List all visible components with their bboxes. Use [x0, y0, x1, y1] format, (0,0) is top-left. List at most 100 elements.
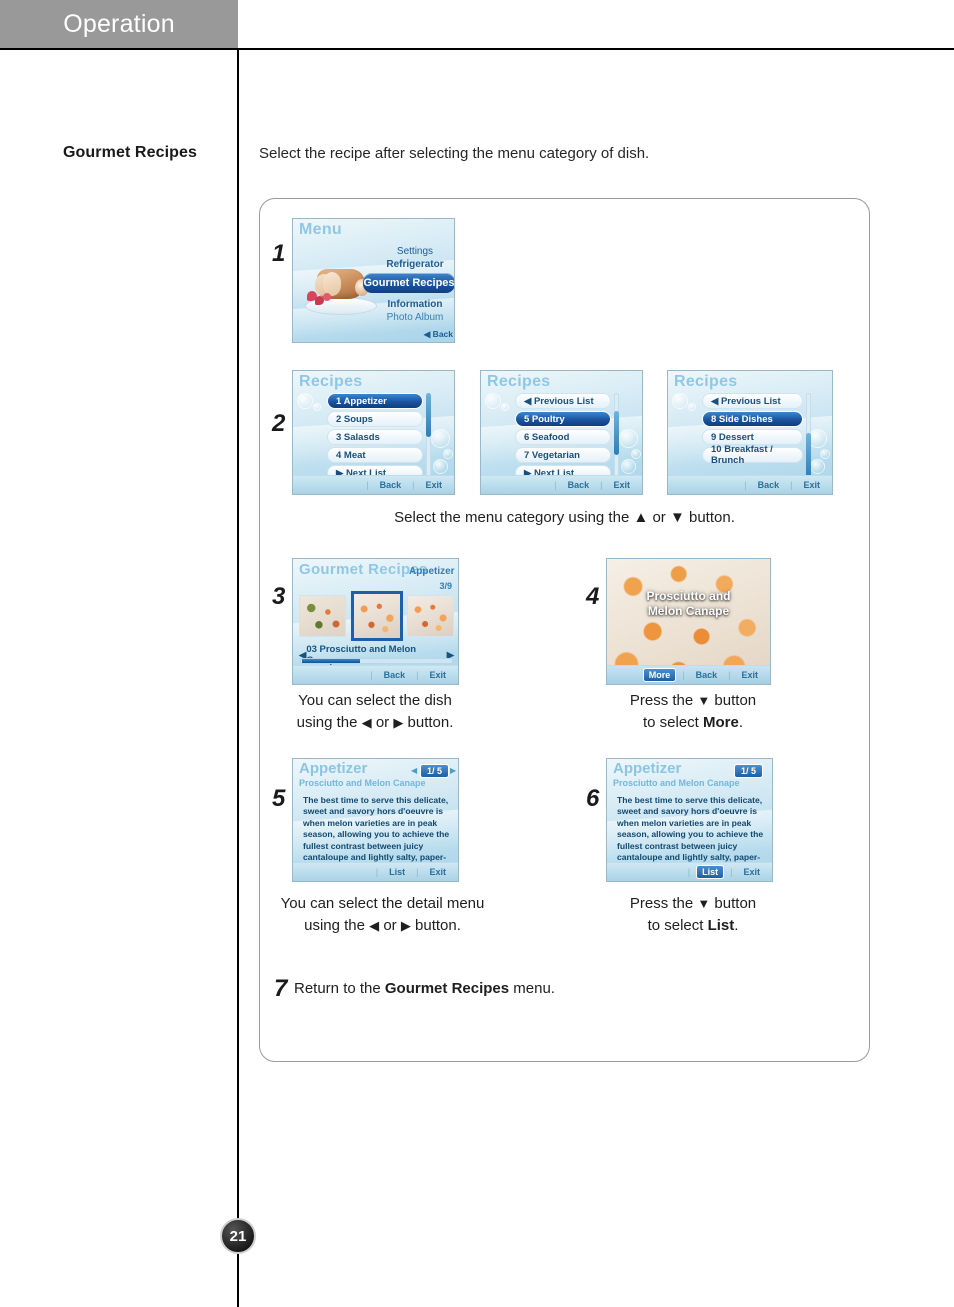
recipe-detail-title: Appetizer [299, 760, 368, 777]
screen-menu: Menu Settings Refrigerator Gourmet Recip… [292, 218, 455, 343]
caption-line-1-post: button [710, 895, 757, 912]
more-button-selected[interactable]: More [642, 668, 677, 682]
bubble-icon [631, 449, 641, 459]
caption-7-bold: Gourmet Recipes [384, 980, 510, 997]
recipe-list-row[interactable]: 2 Soups [327, 411, 423, 427]
exit-button[interactable]: Exit [736, 669, 763, 681]
screen-dish-photo: Prosciutto and Melon Canape More | Back … [606, 558, 771, 685]
screen-footer: | Back | Exit [481, 475, 642, 494]
footer-separator: | [687, 867, 691, 877]
scrollbar-thumb[interactable] [614, 411, 619, 455]
recipe-list-row[interactable]: 3 Salasds [327, 429, 423, 445]
menu-item-information[interactable]: Information [377, 299, 453, 310]
caption-or: or [379, 917, 401, 934]
caption-line-2-pre: to select [642, 714, 703, 731]
bubble-icon [433, 459, 448, 474]
screen-menu-title: Menu [299, 221, 342, 238]
menu-item-photo-album[interactable]: Photo Album [377, 312, 453, 323]
back-button[interactable]: Back [753, 479, 785, 491]
screen-footer: | List | Exit [293, 862, 458, 881]
screen-recipes-title: Recipes [674, 373, 738, 390]
recipe-list-row[interactable]: 9 Dessert [702, 429, 803, 445]
recipe-list-row-previous[interactable]: ◀ Previous List [702, 393, 803, 409]
footer-separator: | [375, 867, 379, 877]
scrollbar-thumb[interactable] [806, 433, 811, 479]
step-number-2: 2 [272, 410, 286, 437]
exit-button[interactable]: Exit [738, 866, 765, 878]
bubble-icon [820, 449, 830, 459]
recipe-list-row[interactable]: 6 Seafood [515, 429, 611, 445]
footer-separator: | [728, 670, 731, 680]
back-button[interactable]: Back [563, 479, 595, 491]
bubble-icon [621, 459, 636, 474]
recipe-page-indicator: 1/ 5 [420, 764, 450, 778]
page-title: Operation [63, 9, 175, 38]
recipe-list-row[interactable]: 10 Breakfast / Brunch [702, 444, 803, 466]
right-arrow-icon: ▶ [400, 918, 411, 933]
caption-step-7: Return to the Gourmet Recipes menu. [294, 980, 555, 997]
step-number-4: 4 [586, 583, 600, 610]
footer-separator: | [790, 480, 793, 490]
caption-line-2-post: . [738, 714, 744, 731]
recipe-list-row[interactable]: 1 Appetizer [327, 393, 423, 409]
caption-line-1-pre: Press the [629, 692, 698, 709]
dish-progress-fill [302, 659, 360, 663]
bubble-icon [431, 429, 450, 448]
menu-item-settings[interactable]: Settings [377, 246, 453, 257]
exit-button[interactable]: Exit [424, 866, 451, 878]
menu-item-gourmet-recipes-selected[interactable]: Gourmet Recipes [363, 273, 454, 293]
bubble-icon [443, 449, 453, 459]
next-page-arrow-icon[interactable]: ▶ [450, 766, 456, 775]
prev-page-arrow-icon[interactable]: ◀ [411, 766, 417, 775]
footer-separator: | [416, 670, 419, 680]
dish-thumbnail-prev[interactable] [299, 595, 346, 637]
back-button[interactable]: Back [379, 669, 411, 681]
right-arrow-icon: ▶ [393, 715, 404, 730]
bubble-icon [810, 459, 825, 474]
step-number-5: 5 [272, 785, 286, 812]
recipe-list-row-previous[interactable]: ◀ Previous List [515, 393, 611, 409]
footer-separator: | [744, 480, 747, 490]
dish-photo-title: Prosciutto and Melon Canape [607, 589, 770, 619]
screen-recipes-page3: Recipes ◀ Previous List 8 Side Dishes 9 … [667, 370, 833, 495]
left-arrow-icon: ◀ [361, 715, 372, 730]
step-number-6: 6 [586, 785, 600, 812]
recipe-list-row[interactable]: 8 Side Dishes [702, 411, 803, 427]
dish-thumbnail-selected[interactable] [351, 591, 403, 641]
list-button-selected[interactable]: List [696, 865, 725, 879]
dish-thumbnail-next[interactable] [407, 595, 454, 637]
exit-button[interactable]: Exit [420, 479, 447, 491]
caption-or: or [371, 714, 394, 731]
screen-footer: | Back | Exit [293, 665, 458, 684]
section-intro-text: Select the recipe after selecting the me… [259, 145, 650, 162]
caption-step-2: Select the menu category using the ▲ or … [394, 509, 735, 526]
exit-button[interactable]: Exit [424, 669, 451, 681]
list-button[interactable]: List [384, 866, 410, 878]
back-button[interactable]: Back [375, 479, 407, 491]
footer-separator: | [416, 867, 419, 877]
down-arrow-icon: ▼ [697, 693, 711, 708]
screen-recipes-title: Recipes [487, 373, 551, 390]
recipe-detail-subtitle: Prosciutto and Melon Canape [613, 778, 740, 788]
caption-line-1-pre: Press the [629, 895, 698, 912]
screen-recipes-page1: Recipes 1 Appetizer 2 Soups 3 Salasds 4 … [292, 370, 455, 495]
screen-footer: More | Back | Exit [607, 665, 770, 684]
footer-separator: | [554, 480, 557, 490]
bubble-icon [313, 403, 321, 411]
screen-footer: | Back | Exit [293, 475, 454, 494]
screen-footer: | Back | Exit [668, 475, 832, 494]
menu-back-button[interactable]: ◀ Back [401, 329, 453, 340]
bubble-icon [688, 403, 696, 411]
caption-line-2-pre: to select [647, 917, 708, 934]
recipe-list-row[interactable]: 5 Poultry [515, 411, 611, 427]
back-button[interactable]: Back [691, 669, 723, 681]
screen-recipes-page2: Recipes ◀ Previous List 5 Poultry 6 Seaf… [480, 370, 643, 495]
exit-button[interactable]: Exit [798, 479, 825, 491]
bubble-icon [297, 393, 313, 409]
scrollbar-thumb[interactable] [426, 393, 431, 437]
recipe-list-row[interactable]: 4 Meat [327, 447, 423, 463]
exit-button[interactable]: Exit [608, 479, 635, 491]
step-number-3: 3 [272, 583, 286, 610]
recipe-list-row[interactable]: 7 Vegetarian [515, 447, 611, 463]
menu-item-refrigerator[interactable]: Refrigerator [377, 259, 453, 270]
